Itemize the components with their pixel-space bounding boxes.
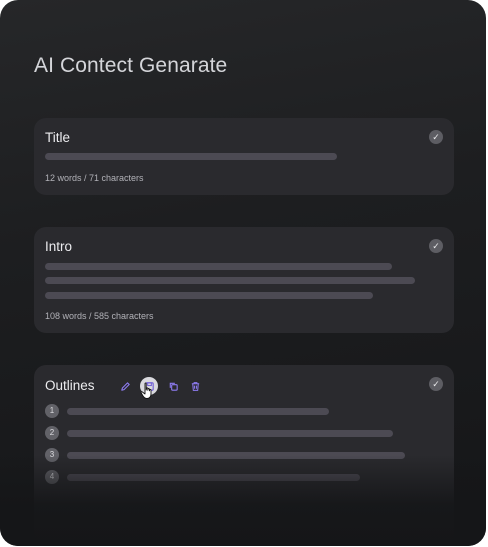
pencil-icon[interactable] (118, 379, 132, 393)
outline-number-badge: 3 (45, 448, 59, 462)
text-placeholder-line (45, 292, 373, 299)
outline-number-badge: 4 (45, 470, 59, 484)
card-heading: Intro (45, 239, 73, 254)
check-icon[interactable]: ✓ (429, 239, 443, 253)
intro-card[interactable]: Intro ✓ 108 words / 585 characters (34, 227, 454, 333)
text-placeholder-line (45, 277, 415, 284)
outline-placeholder-line (67, 474, 360, 481)
trash-icon[interactable] (188, 379, 202, 393)
title-card[interactable]: Title ✓ 12 words / 71 characters (34, 118, 454, 195)
outline-placeholder-line (67, 452, 405, 459)
check-icon[interactable]: ✓ (429, 130, 443, 144)
outline-placeholder-line (67, 430, 393, 437)
page-title: AI Contect Genarate (34, 54, 228, 77)
app-window: AI Contect Genarate Title ✓ 12 words / 7… (0, 0, 486, 546)
word-count: 108 words / 585 characters (45, 311, 154, 321)
text-placeholder-line (45, 263, 392, 270)
save-icon[interactable] (140, 377, 158, 395)
check-icon[interactable]: ✓ (429, 377, 443, 391)
text-placeholder-line (45, 153, 337, 160)
card-heading: Title (45, 130, 71, 145)
outlines-card[interactable]: Outlines ✓ 1 2 3 4 (34, 365, 454, 546)
outline-number-badge: 1 (45, 404, 59, 418)
copy-icon[interactable] (166, 379, 180, 393)
outline-number-badge: 2 (45, 426, 59, 440)
outline-toolbar (118, 377, 202, 395)
word-count: 12 words / 71 characters (45, 173, 144, 183)
card-heading: Outlines (45, 378, 95, 393)
outline-placeholder-line (67, 408, 329, 415)
